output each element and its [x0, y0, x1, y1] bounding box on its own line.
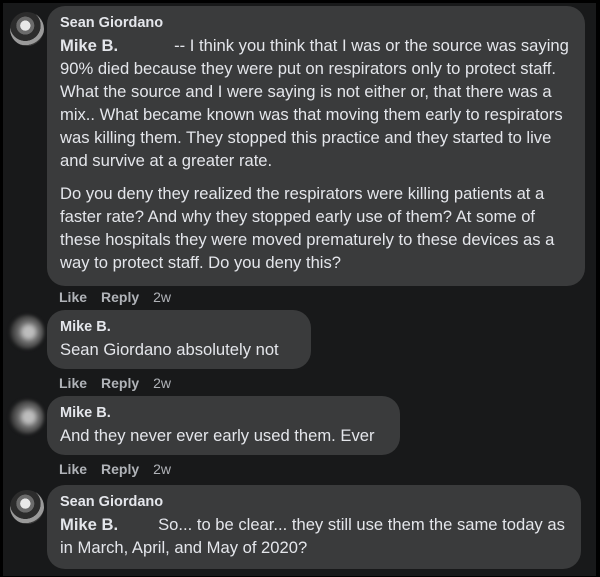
mention-link[interactable]: Mike B. [60, 36, 118, 55]
comment-bubble: Mike B. Sean Giordano absolutely not [47, 310, 311, 369]
reply-button[interactable]: Reply [101, 289, 139, 305]
avatar[interactable] [10, 12, 44, 46]
comment-bubble: Mike B. And they never ever early used t… [47, 396, 400, 455]
comment-bubble: Sean Giordano Mike B. So... to be clear..… [47, 485, 581, 569]
comment-author[interactable]: Mike B. [60, 317, 299, 337]
comment-author[interactable]: Sean Giordano [60, 492, 569, 512]
like-button[interactable]: Like [59, 375, 87, 391]
comment-actions: Like Reply 2w [59, 374, 171, 392]
mention-link[interactable]: Sean Giordano [60, 340, 172, 359]
comment-text: Mike B. -- I think you think that I was o… [60, 34, 573, 172]
timestamp[interactable]: 2w [153, 461, 171, 477]
reply-button[interactable]: Reply [101, 375, 139, 391]
comment-paragraph: Do you deny they realized the respirator… [60, 184, 555, 272]
like-button[interactable]: Like [59, 461, 87, 477]
comment-body: So... to be clear... they still use them… [60, 515, 565, 557]
comment-actions: Like Reply 2w [59, 460, 171, 478]
comment-author[interactable]: Sean Giordano [60, 13, 573, 33]
avatar[interactable] [10, 490, 44, 524]
comment-bubble: Sean Giordano Mike B. -- I think you thin… [47, 6, 585, 286]
timestamp[interactable]: 2w [153, 375, 171, 391]
mention-link[interactable]: Mike B. [60, 515, 118, 534]
like-button[interactable]: Like [59, 289, 87, 305]
avatar[interactable] [10, 315, 44, 349]
comment-body: And they never ever early used them. Eve… [60, 426, 375, 445]
comment-text: Sean Giordano absolutely not [60, 338, 299, 361]
comment-body: absolutely not [176, 340, 279, 359]
reply-button[interactable]: Reply [101, 461, 139, 477]
comment-actions: Like Reply 2w [59, 288, 171, 306]
comment-text: Mike B. So... to be clear... they still u… [60, 513, 569, 559]
comment-thread: Sean Giordano Mike B. -- I think you thin… [3, 3, 596, 576]
comment-author[interactable]: Mike B. [60, 403, 388, 423]
avatar[interactable] [10, 400, 44, 434]
timestamp[interactable]: 2w [153, 289, 171, 305]
comment-paragraph: -- I think you think that I was or the s… [60, 36, 569, 170]
